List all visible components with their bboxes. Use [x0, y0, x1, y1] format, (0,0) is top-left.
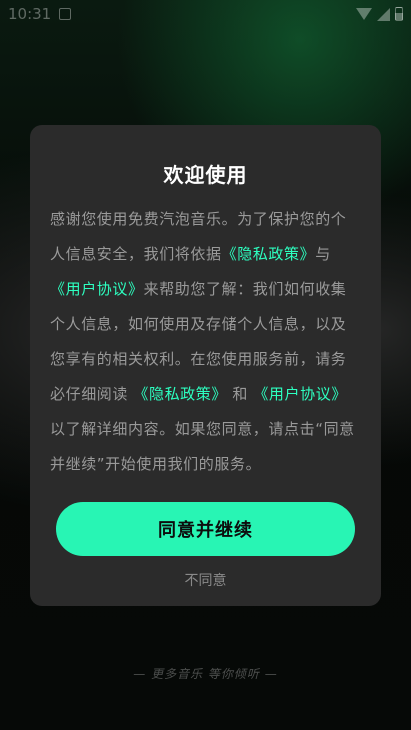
- user-agreement-link[interactable]: 《用户协议》: [253, 385, 347, 403]
- privacy-policy-link[interactable]: 《隐私政策》: [222, 245, 316, 263]
- battery-icon: [395, 7, 403, 21]
- status-bar: 10:31: [0, 0, 411, 28]
- slogan: — 更多音乐 等你倾听 —: [133, 667, 278, 681]
- privacy-policy-link[interactable]: 《隐私政策》: [133, 385, 227, 403]
- signal-icon: [377, 7, 390, 21]
- wifi-icon: [356, 8, 372, 20]
- notification-icon: [59, 8, 72, 20]
- body-text: 以了解详细内容。如果您同意，请点击“同意并继续”开始使用我们的服务。: [50, 420, 355, 473]
- body-text: 和: [226, 385, 254, 403]
- dialog-title: 欢迎使用: [163, 163, 248, 187]
- body-text: 与: [315, 245, 331, 263]
- welcome-dialog: 欢迎使用 感谢您使用免费汽泡音乐。为了保护您的个人信息安全，我们将依据《隐私政策…: [30, 125, 381, 606]
- status-time: 10:31: [8, 5, 52, 23]
- agree-and-continue-button[interactable]: 同意并继续: [56, 502, 355, 556]
- user-agreement-link[interactable]: 《用户协议》: [50, 280, 144, 298]
- disagree-button[interactable]: 不同意: [50, 570, 361, 590]
- dialog-body: 感谢您使用免费汽泡音乐。为了保护您的个人信息安全，我们将依据《隐私政策》与《用户…: [50, 202, 361, 482]
